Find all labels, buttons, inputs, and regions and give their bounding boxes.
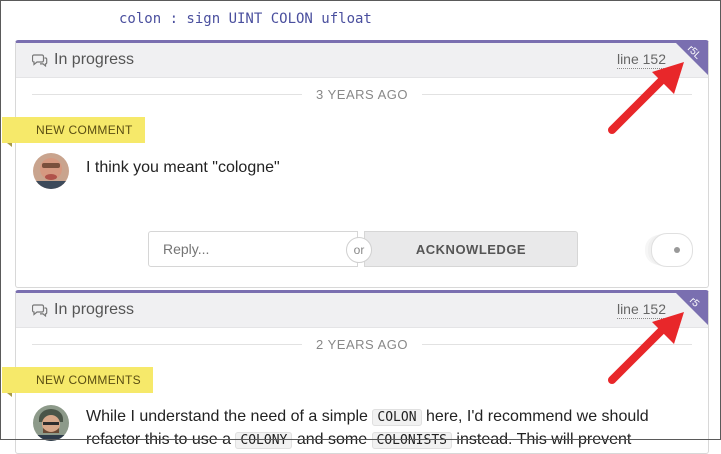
comment-text: I think you meant "cologne" <box>86 159 280 176</box>
comment-text-segment: While I understand the need of a simple <box>86 408 373 425</box>
comments-icon <box>32 54 48 67</box>
arrow-annotation <box>608 312 684 384</box>
comments-icon <box>32 304 48 317</box>
acknowledge-button[interactable]: ACKNOWLEDGE <box>364 231 578 267</box>
timestamp-text: 2 YEARS AGO <box>316 336 408 352</box>
new-comment-ribbon: NEW COMMENT <box>2 117 145 143</box>
inline-code: COLONY <box>235 432 293 449</box>
inline-code: COLONISTS <box>371 432 452 449</box>
new-comments-ribbon: NEW COMMENTS <box>2 367 153 393</box>
code-line: colon : sign UINT COLON ufloat <box>119 11 372 27</box>
status-label: In progress <box>54 51 135 68</box>
timestamp-divider: 3 YEARS AGO <box>32 85 692 103</box>
timestamp-divider: 2 YEARS AGO <box>32 335 692 353</box>
reply-input[interactable] <box>148 231 358 267</box>
toggle-knob <box>674 247 680 253</box>
or-separator: or <box>346 237 372 263</box>
avatar <box>33 405 69 441</box>
resolve-toggle[interactable] <box>651 233 693 267</box>
thread-status: In progress <box>32 51 134 69</box>
avatar <box>33 153 69 189</box>
thread-status: In progress <box>32 301 134 319</box>
comment-text: While I understand the need of a simple … <box>86 406 696 452</box>
arrow-annotation <box>608 62 684 134</box>
timestamp-text: 3 YEARS AGO <box>316 86 408 102</box>
status-label: In progress <box>54 301 135 318</box>
inline-code: COLON <box>372 409 422 426</box>
comment-text-segment: here, I'd recommend we should <box>421 408 649 425</box>
